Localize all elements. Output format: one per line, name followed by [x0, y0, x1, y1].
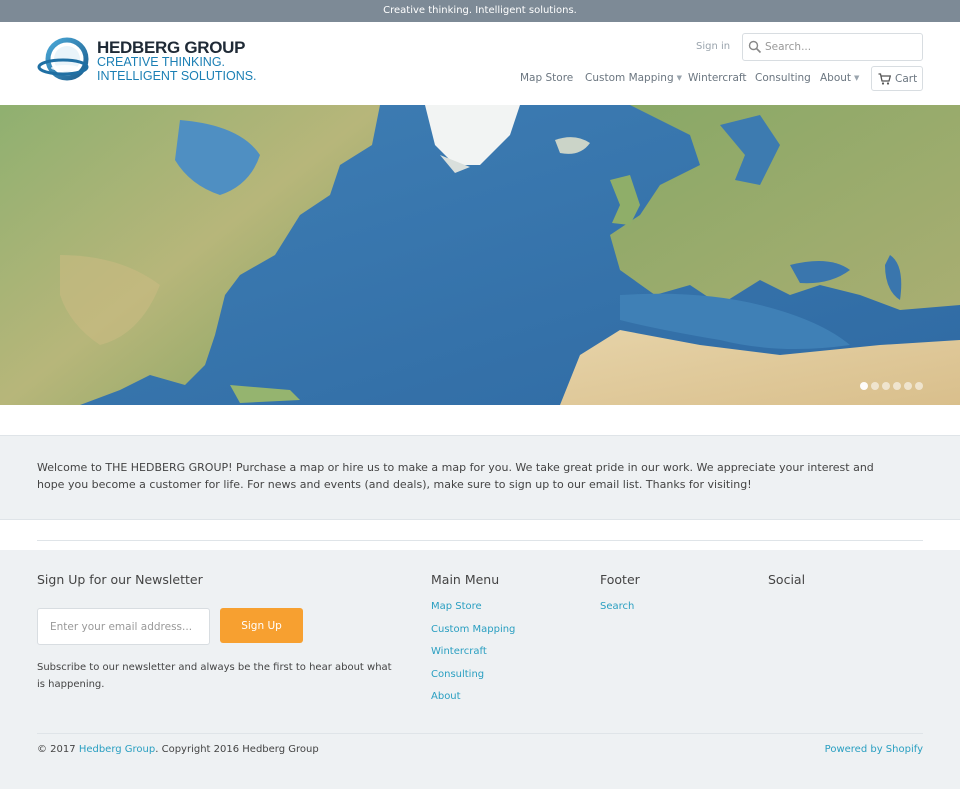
nav-item-label: About	[820, 72, 852, 84]
slide-dot[interactable]	[882, 382, 890, 390]
nav-item-consulting[interactable]: Consulting	[755, 72, 811, 84]
newsletter-subtext: Subscribe to our newsletter and always b…	[37, 662, 392, 690]
site-header: HEDBERG GROUP CREATIVE THINKING. INTELLI…	[0, 22, 960, 105]
footer-link-custom-mapping[interactable]: Custom Mapping	[431, 623, 515, 646]
logo-tagline-line1: CREATIVE THINKING.	[97, 55, 226, 69]
nav-item-map-store[interactable]: Map Store	[520, 72, 573, 84]
cart-label: Cart	[895, 73, 918, 85]
welcome-text: Welcome to THE HEDBERG GROUP! Purchase a…	[37, 461, 874, 491]
slide-dot[interactable]	[904, 382, 912, 390]
footer-link-wintercraft[interactable]: Wintercraft	[431, 645, 515, 668]
hero-map-slideshow[interactable]	[0, 105, 960, 405]
announcement-text: Creative thinking. Intelligent solutions…	[383, 5, 577, 16]
copyright: © 2017 Hedberg Group. Copyright 2016 Hed…	[37, 744, 319, 755]
footer-link-consulting[interactable]: Consulting	[431, 668, 515, 691]
divider	[37, 540, 923, 541]
slide-dot[interactable]	[915, 382, 923, 390]
newsletter-title: Sign Up for our Newsletter	[37, 572, 203, 587]
nav-item-label: Custom Mapping	[585, 72, 674, 84]
spacer	[0, 405, 960, 435]
nav-item-custom-mapping[interactable]: Custom Mapping ▼	[585, 72, 682, 84]
caret-down-icon: ▼	[676, 74, 683, 82]
search-icon	[748, 40, 762, 54]
cart-icon	[878, 73, 891, 85]
copyright-suffix: . Copyright 2016 Hedberg Group	[155, 744, 319, 755]
announcement-bar: Creative thinking. Intelligent solutions…	[0, 0, 960, 22]
search-input[interactable]	[765, 38, 915, 56]
sign-in-link[interactable]: Sign in	[696, 41, 730, 52]
slide-dot[interactable]	[893, 382, 901, 390]
social-title: Social	[768, 572, 806, 587]
nav-item-label: Consulting	[755, 72, 811, 84]
slideshow-pagination	[860, 375, 926, 394]
footer-secondary-menu: Search	[600, 600, 634, 623]
nav-item-about[interactable]: About ▼	[820, 72, 859, 84]
footer-link-about[interactable]: About	[431, 690, 515, 713]
nav-item-label: Wintercraft	[688, 72, 747, 84]
site-footer: Sign Up for our Newsletter Sign Up Subsc…	[0, 550, 960, 789]
world-map-image	[0, 105, 960, 405]
globe-logo-icon	[37, 37, 89, 81]
slide-dot[interactable]	[871, 382, 879, 390]
logo-tagline-line2: INTELLIGENT SOLUTIONS.	[97, 69, 257, 83]
search-box[interactable]	[742, 33, 923, 61]
main-menu-title: Main Menu	[431, 572, 500, 587]
caret-down-icon: ▼	[854, 74, 860, 82]
footer-main-menu: Map Store Custom Mapping Wintercraft Con…	[431, 600, 515, 713]
site-logo[interactable]: HEDBERG GROUP CREATIVE THINKING. INTELLI…	[37, 36, 257, 86]
copyright-prefix: © 2017	[37, 744, 79, 755]
spacer	[0, 520, 960, 550]
copyright-link[interactable]: Hedberg Group	[79, 744, 155, 755]
cart-button[interactable]: Cart	[871, 66, 923, 91]
newsletter-email-input[interactable]	[37, 608, 210, 645]
nav-item-label: Map Store	[520, 72, 574, 84]
footer-link-search[interactable]: Search	[600, 600, 634, 623]
newsletter-signup-button[interactable]: Sign Up	[220, 608, 303, 643]
nav-item-wintercraft[interactable]: Wintercraft	[688, 72, 747, 84]
footer-divider	[37, 733, 923, 734]
footer-menu-title: Footer	[600, 572, 640, 587]
footer-link-map-store[interactable]: Map Store	[431, 600, 515, 623]
slide-dot[interactable]	[860, 382, 868, 390]
welcome-section: Welcome to THE HEDBERG GROUP! Purchase a…	[0, 435, 960, 520]
powered-by-link[interactable]: Powered by Shopify	[825, 744, 923, 755]
